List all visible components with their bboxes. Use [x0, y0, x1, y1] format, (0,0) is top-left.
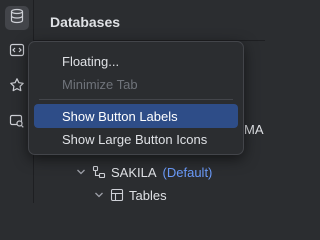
find-tool-button[interactable]: [5, 111, 29, 135]
menu-item-label: Show Button Labels: [62, 108, 178, 124]
menu-item-label: Show Large Button Icons: [62, 131, 208, 147]
context-menu: Floating... Minimize Tab Show Button Lab…: [28, 41, 244, 155]
menu-item-show-large-button-icons[interactable]: Show Large Button Icons: [34, 127, 238, 151]
schema-default-tag: (Default): [162, 164, 213, 180]
database-icon: [9, 8, 25, 29]
code-tool-button[interactable]: [5, 40, 29, 64]
star-icon: [9, 77, 25, 98]
menu-item-label: Minimize Tab: [62, 76, 138, 92]
tree-row-label: MA: [244, 121, 264, 137]
code-icon: [9, 42, 25, 63]
tables-folder-label: Tables: [129, 187, 167, 203]
schema-label: SAKILA: [111, 164, 157, 180]
menu-item-label: Floating...: [62, 53, 120, 69]
tree-row-schema[interactable]: SAKILA (Default): [74, 162, 212, 182]
search-icon: [9, 113, 25, 134]
favorites-tool-button[interactable]: [5, 75, 29, 99]
tree-row-truncated[interactable]: MA: [244, 119, 264, 139]
tree-row-tables[interactable]: Tables: [92, 185, 167, 203]
database-tool-button[interactable]: [5, 6, 29, 30]
table-icon: [110, 188, 124, 202]
panel-title[interactable]: Databases: [50, 14, 120, 30]
menu-item-show-button-labels[interactable]: Show Button Labels: [34, 104, 238, 128]
menu-item-floating[interactable]: Floating...: [34, 49, 238, 73]
menu-separator: [39, 99, 233, 100]
chevron-down-icon: [92, 188, 106, 202]
menu-item-minimize-tab[interactable]: Minimize Tab: [34, 72, 238, 96]
panel-header: Databases: [34, 0, 265, 41]
chevron-down-icon: [74, 165, 88, 179]
schema-icon: [92, 165, 106, 179]
